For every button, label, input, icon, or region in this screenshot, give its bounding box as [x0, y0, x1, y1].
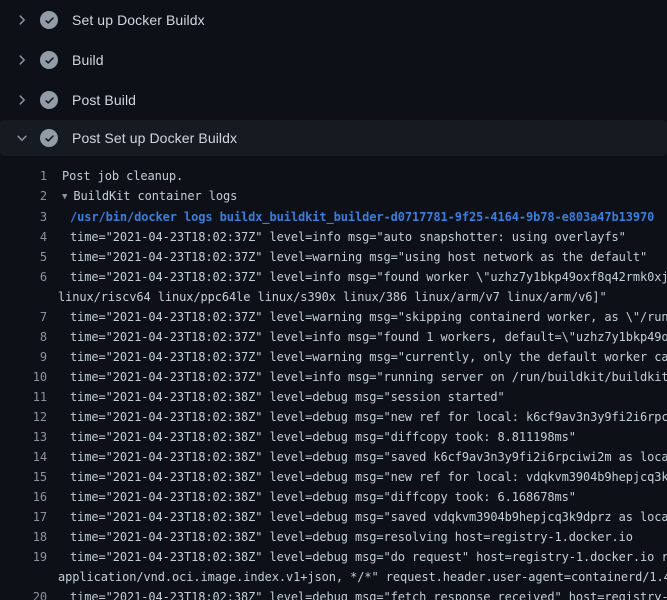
- line-number[interactable]: 19: [0, 547, 47, 567]
- log-line: 15time="2021-04-23T18:02:38Z" level=debu…: [0, 467, 667, 487]
- log-line: 3/usr/bin/docker logs buildx_buildkit_bu…: [0, 207, 667, 227]
- log-text: time="2021-04-23T18:02:37Z" level=info m…: [47, 267, 667, 287]
- log-line: 10time="2021-04-23T18:02:37Z" level=info…: [0, 367, 667, 387]
- log-text: time="2021-04-23T18:02:37Z" level=warnin…: [47, 307, 667, 327]
- log-text: time="2021-04-23T18:02:37Z" level=info m…: [47, 227, 626, 247]
- log-line: 2▼BuildKit container logs: [0, 186, 667, 207]
- log-line: 6time="2021-04-23T18:02:37Z" level=info …: [0, 267, 667, 287]
- log-text: time="2021-04-23T18:02:38Z" level=debug …: [47, 467, 667, 487]
- log-line: 19time="2021-04-23T18:02:38Z" level=debu…: [0, 547, 667, 567]
- step-label: Post Set up Docker Buildx: [72, 130, 237, 146]
- step-header-set-up-docker-buildx[interactable]: Set up Docker Buildx: [0, 0, 667, 40]
- step-header-build[interactable]: Build: [0, 40, 667, 80]
- log-command-text: /usr/bin/docker logs buildx_buildkit_bui…: [47, 207, 654, 227]
- chevron-right-icon[interactable]: [13, 51, 31, 69]
- log-line: 7time="2021-04-23T18:02:37Z" level=warni…: [0, 307, 667, 327]
- log-lines: 1Post job cleanup.2▼BuildKit container l…: [0, 156, 667, 600]
- log-text: time="2021-04-23T18:02:38Z" level=debug …: [47, 447, 667, 467]
- line-number[interactable]: 6: [0, 267, 47, 287]
- log-text: time="2021-04-23T18:02:37Z" level=info m…: [47, 367, 667, 387]
- log-text: time="2021-04-23T18:02:37Z" level=info m…: [47, 327, 667, 347]
- log-line: 14time="2021-04-23T18:02:38Z" level=debu…: [0, 447, 667, 467]
- log-text: time="2021-04-23T18:02:38Z" level=debug …: [47, 587, 667, 600]
- log-text: time="2021-04-23T18:02:38Z" level=debug …: [47, 387, 505, 407]
- log-line-wrap: application/vnd.oci.image.index.v1+json,…: [0, 567, 667, 587]
- log-text: time="2021-04-23T18:02:38Z" level=debug …: [47, 407, 667, 427]
- line-number[interactable]: 15: [0, 467, 47, 487]
- group-collapse-icon[interactable]: ▼: [62, 187, 67, 207]
- line-number[interactable]: 17: [0, 507, 47, 527]
- line-number[interactable]: 8: [0, 327, 47, 347]
- step-header-post-set-up-docker-buildx[interactable]: Post Set up Docker Buildx: [0, 120, 667, 156]
- line-number-empty: [0, 287, 47, 307]
- line-number[interactable]: 16: [0, 487, 47, 507]
- log-text: application/vnd.oci.image.index.v1+json,…: [47, 567, 667, 587]
- line-number[interactable]: 10: [0, 367, 47, 387]
- log-line: 1Post job cleanup.: [0, 166, 667, 186]
- step-label: Set up Docker Buildx: [72, 12, 205, 28]
- line-number[interactable]: 13: [0, 427, 47, 447]
- line-number[interactable]: 9: [0, 347, 47, 367]
- check-circle-icon: [40, 51, 58, 69]
- log-text: time="2021-04-23T18:02:38Z" level=debug …: [47, 547, 667, 567]
- line-number-empty: [0, 567, 47, 587]
- log-line: 17time="2021-04-23T18:02:38Z" level=debu…: [0, 507, 667, 527]
- line-number[interactable]: 2: [0, 186, 47, 207]
- log-line: 18time="2021-04-23T18:02:38Z" level=debu…: [0, 527, 667, 547]
- check-circle-icon: [40, 129, 58, 147]
- log-line: 5time="2021-04-23T18:02:37Z" level=warni…: [0, 247, 667, 267]
- log-text: time="2021-04-23T18:02:37Z" level=warnin…: [47, 247, 647, 267]
- actions-log-panel: Set up Docker Buildx Build Post Build Post …: [0, 0, 667, 600]
- log-line: 13time="2021-04-23T18:02:38Z" level=debu…: [0, 427, 667, 447]
- log-line: 20time="2021-04-23T18:02:38Z" level=debu…: [0, 587, 667, 600]
- log-line: 8time="2021-04-23T18:02:37Z" level=info …: [0, 327, 667, 347]
- line-number[interactable]: 1: [0, 166, 47, 186]
- step-header-post-build[interactable]: Post Build: [0, 80, 667, 120]
- line-number[interactable]: 20: [0, 587, 47, 600]
- line-number[interactable]: 18: [0, 527, 47, 547]
- step-label: Post Build: [72, 92, 136, 108]
- log-line: 9time="2021-04-23T18:02:37Z" level=warni…: [0, 347, 667, 367]
- line-number[interactable]: 3: [0, 207, 47, 227]
- line-number[interactable]: 14: [0, 447, 47, 467]
- log-text: ▼BuildKit container logs: [47, 186, 237, 207]
- log-line: 4time="2021-04-23T18:02:37Z" level=info …: [0, 227, 667, 247]
- chevron-right-icon[interactable]: [13, 91, 31, 109]
- log-text: time="2021-04-23T18:02:38Z" level=debug …: [47, 527, 633, 547]
- step-label: Build: [72, 52, 104, 68]
- log-text: Post job cleanup.: [47, 166, 183, 186]
- check-circle-icon: [40, 91, 58, 109]
- log-line-wrap: linux/riscv64 linux/ppc64le linux/s390x …: [0, 287, 667, 307]
- check-circle-icon: [40, 11, 58, 29]
- log-text: time="2021-04-23T18:02:38Z" level=debug …: [47, 487, 576, 507]
- log-line: 11time="2021-04-23T18:02:38Z" level=debu…: [0, 387, 667, 407]
- log-line: 16time="2021-04-23T18:02:38Z" level=debu…: [0, 487, 667, 507]
- chevron-right-icon[interactable]: [13, 11, 31, 29]
- chevron-down-icon[interactable]: [13, 129, 31, 147]
- steps-list: Set up Docker Buildx Build Post Build Post …: [0, 0, 667, 156]
- log-text: time="2021-04-23T18:02:38Z" level=debug …: [47, 427, 576, 447]
- line-number[interactable]: 11: [0, 387, 47, 407]
- line-number[interactable]: 5: [0, 247, 47, 267]
- log-text: time="2021-04-23T18:02:37Z" level=warnin…: [47, 347, 667, 367]
- line-number[interactable]: 12: [0, 407, 47, 427]
- line-number[interactable]: 4: [0, 227, 47, 247]
- log-line: 12time="2021-04-23T18:02:38Z" level=debu…: [0, 407, 667, 427]
- log-text: linux/riscv64 linux/ppc64le linux/s390x …: [47, 287, 607, 307]
- line-number[interactable]: 7: [0, 307, 47, 327]
- log-text: time="2021-04-23T18:02:38Z" level=debug …: [47, 507, 667, 527]
